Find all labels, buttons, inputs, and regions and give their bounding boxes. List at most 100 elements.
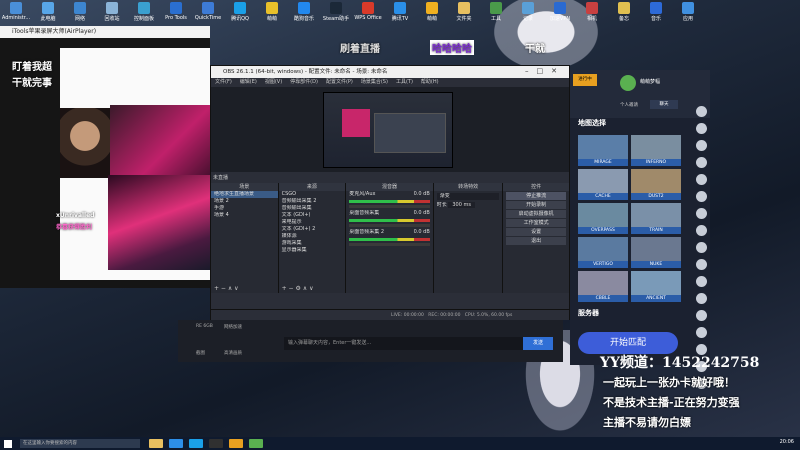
desktop-icon[interactable]: Pro Tools (160, 0, 192, 26)
file-explorer-icon[interactable] (149, 439, 163, 448)
scene-item[interactable]: 场景 4 (211, 212, 278, 219)
friend-avatar[interactable] (695, 191, 707, 202)
friend-avatar[interactable] (695, 259, 707, 270)
source-item[interactable]: 游戏采集 (279, 240, 346, 247)
volume-slider[interactable] (349, 224, 430, 227)
source-item[interactable]: 媒体源 (279, 233, 346, 240)
wechat-icon[interactable] (249, 439, 263, 448)
invite-button[interactable]: 个人邀请 (620, 102, 638, 108)
friend-avatar[interactable] (695, 310, 707, 321)
settings-button[interactable]: 设置 (506, 228, 566, 236)
menu-scene-collection[interactable]: 场景集合(S) (361, 78, 388, 87)
source-item[interactable]: 显示器采集 (279, 247, 346, 254)
friend-avatar[interactable] (695, 123, 707, 134)
desktop-icon[interactable]: 此电脑 (32, 0, 64, 26)
transition-select[interactable]: 渐变 (436, 193, 500, 200)
start-match-button[interactable]: 开始匹配 (578, 332, 678, 354)
browser-icon[interactable] (169, 439, 183, 448)
desktop-icon[interactable]: 工具 (480, 0, 512, 26)
desktop-icon[interactable]: 文件夹 (448, 0, 480, 26)
exit-button[interactable]: 退出 (506, 237, 566, 245)
window-controls[interactable]: –□✕ (525, 67, 565, 75)
desktop-icon[interactable]: 萌萌 (256, 0, 288, 26)
stop-streaming-button[interactable]: 停止推流 (506, 192, 566, 200)
menu-profile[interactable]: 配置文件(P) (326, 78, 353, 87)
send-button[interactable]: 发送 (523, 337, 553, 350)
map-card[interactable]: TRAIN (631, 203, 681, 234)
map-card[interactable]: OVERPASS (578, 203, 628, 234)
obs-icon[interactable] (209, 439, 223, 448)
desktop-icon[interactable]: 相机 (576, 0, 608, 26)
desktop-icon[interactable]: 备忘 (608, 0, 640, 26)
chat-button[interactable]: 聊天 (650, 100, 678, 109)
menu-view[interactable]: 视图(V) (265, 78, 282, 87)
menu-tools[interactable]: 工具(T) (396, 78, 413, 87)
map-card[interactable]: NUKE (631, 237, 681, 268)
qq-icon[interactable] (189, 439, 203, 448)
studio-mode-button[interactable]: 工作室模式 (506, 219, 566, 227)
desktop-icon[interactable]: Administr... (0, 0, 32, 26)
scene-item[interactable]: 场景 2 (211, 198, 278, 205)
friend-avatar[interactable] (695, 208, 707, 219)
source-item[interactable]: 文本 (GDI+) (279, 212, 346, 219)
friend-avatar[interactable] (695, 174, 707, 185)
menu-edit[interactable]: 编辑(E) (240, 78, 257, 87)
map-card[interactable]: ANCIENT (631, 271, 681, 302)
desktop-icon[interactable]: 网络 (64, 0, 96, 26)
friend-avatar[interactable] (695, 293, 707, 304)
start-recording-button[interactable]: 开始录制 (506, 201, 566, 209)
source-item[interactable]: 音频输出采集 2 (279, 198, 346, 205)
friend-avatar[interactable] (695, 225, 707, 236)
map-card[interactable]: CBBLE (578, 271, 628, 302)
volume-slider[interactable] (349, 205, 430, 208)
windows-start-icon[interactable] (4, 439, 12, 448)
friend-avatar[interactable] (695, 327, 707, 338)
desktop-icon[interactable]: 酷狗音乐 (288, 0, 320, 26)
desktop-icon[interactable]: 音乐 (640, 0, 672, 26)
preview-canvas[interactable] (323, 92, 453, 168)
friend-avatar[interactable] (695, 157, 707, 168)
friend-avatar[interactable] (695, 276, 707, 287)
desktop-icon[interactable]: WPS Office (352, 0, 384, 26)
csgo-icon[interactable] (229, 439, 243, 448)
map-card[interactable]: VERTIGO (578, 237, 628, 268)
desktop-icon[interactable]: 回收站 (96, 0, 128, 26)
desktop-icon[interactable]: 腾讯TV (384, 0, 416, 26)
source-item[interactable]: 音频输出采集 (279, 205, 346, 212)
desktop-icon[interactable]: 记录 (512, 0, 544, 26)
desktop-icon[interactable]: 控制面板 (128, 0, 160, 26)
volume-slider[interactable] (349, 243, 430, 246)
desktop-icon[interactable]: 加速VPN (544, 0, 576, 26)
menu-file[interactable]: 文件(F) (215, 78, 232, 87)
sources-toolbar[interactable]: + − ⚙ ∧ ∨ (279, 284, 346, 293)
desktop-icon[interactable]: 萌萌 (416, 0, 448, 26)
chat-left-info4[interactable]: 高清画质 (224, 350, 242, 356)
menu-help[interactable]: 帮助(H) (421, 78, 439, 87)
menu-dock[interactable]: 停靠部件(D) (290, 78, 318, 87)
chat-left-info3[interactable]: 截图 (196, 350, 205, 356)
source-item[interactable]: 文本 (GDI+) 2 (279, 226, 346, 233)
source-item[interactable]: CSGO (279, 191, 346, 198)
map-card[interactable]: MIRAGE (578, 135, 628, 166)
map-card[interactable]: CACHE (578, 169, 628, 200)
desktop-icon[interactable]: 应用 (672, 0, 704, 26)
friend-avatar[interactable] (695, 140, 707, 151)
scene-item[interactable]: 绝地求生直播场景 (211, 191, 278, 198)
desktop-icon[interactable]: QuickTime (192, 0, 224, 26)
virtual-camera-button[interactable]: 启动虚拟摄像机 (506, 210, 566, 218)
friend-avatar[interactable] (695, 106, 707, 117)
map-card[interactable]: DUST2 (631, 169, 681, 200)
taskbar-search[interactable]: 在这里输入你要搜索的内容 (20, 439, 140, 448)
desktop-icon[interactable]: 腾讯QQ (224, 0, 256, 26)
avatar[interactable] (620, 75, 636, 91)
map-card[interactable]: INFERNO (631, 135, 681, 166)
sources-header: 来源 (278, 183, 346, 191)
source-item[interactable]: 来电提示 (279, 219, 346, 226)
scene-item[interactable]: 手游 (211, 205, 278, 212)
chat-input[interactable]: 输入弹幕聊天内容，Enter一键发送... (284, 337, 524, 350)
desktop-icon[interactable]: Steam助手 (320, 0, 352, 26)
transition-duration[interactable]: 时长 300 ms (434, 202, 503, 209)
scenes-toolbar[interactable]: + − ∧ ∨ (211, 284, 278, 293)
chat-left-info2[interactable]: 网络加速 (224, 324, 242, 330)
friend-avatar[interactable] (695, 242, 707, 253)
